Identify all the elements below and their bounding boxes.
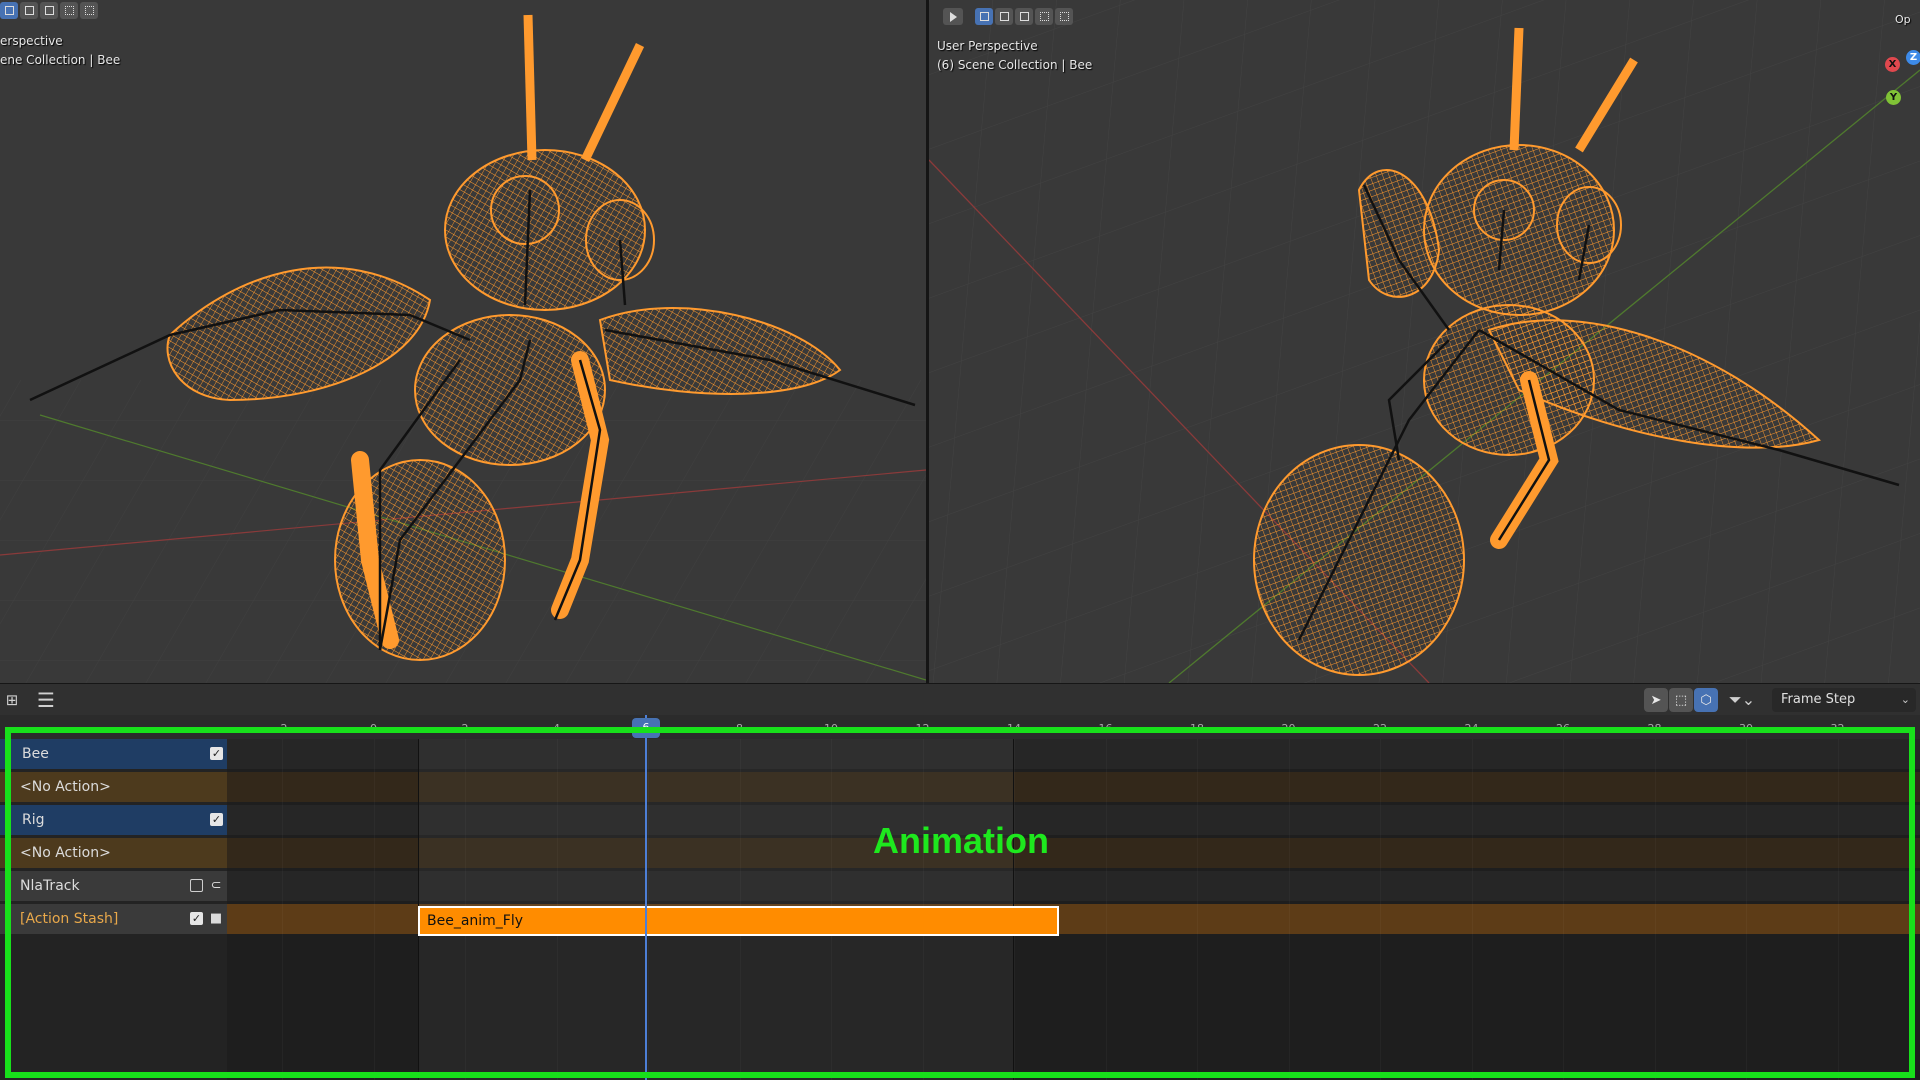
- select-new-mode-button[interactable]: [0, 2, 18, 19]
- frame-gridline: [1197, 739, 1198, 1080]
- channel-label: <No Action>: [20, 845, 111, 861]
- view-name: User Perspective: [937, 39, 1038, 53]
- frame-gridline: [1472, 739, 1473, 1080]
- frame-gridline: [374, 739, 375, 1080]
- channel-rig[interactable]: Rig ✓: [0, 805, 227, 835]
- channel-enable-checkbox[interactable]: ✓: [210, 747, 223, 760]
- collection-path: (6) Scene Collection | Bee: [937, 58, 1093, 72]
- selection-mode-group-left: [0, 2, 98, 19]
- box-select-icon[interactable]: ⬚: [1669, 688, 1693, 712]
- view-name: erspective: [0, 34, 63, 48]
- blender-window: erspective ene Collection | Bee User Per…: [0, 0, 1920, 1080]
- select-extend-mode-button[interactable]: [995, 8, 1013, 25]
- chevron-down-icon: ⌄: [1900, 693, 1910, 706]
- frame-gridline: [1289, 739, 1290, 1080]
- frame-tick-label: 26: [1556, 722, 1570, 735]
- playback-mode-label: Frame Step: [1781, 692, 1856, 707]
- playback-mode-dropdown[interactable]: Frame Step ⌄: [1772, 688, 1916, 712]
- select-intersect-mode-button[interactable]: [1055, 8, 1073, 25]
- channel-label: [Action Stash]: [20, 911, 119, 927]
- frame-tick-label: 30: [1739, 722, 1753, 735]
- filter-icon[interactable]: ⏷⌄: [1724, 688, 1760, 712]
- frame-tick-label: 18: [1190, 722, 1204, 735]
- frame-tick-label: 24: [1464, 722, 1479, 735]
- nla-header: ⊞ ☰ ➤ ⬚ ⬡ ⏷⌄ Frame Step ⌄: [0, 683, 1920, 715]
- select-intersect-mode-button[interactable]: [80, 2, 98, 19]
- channel-label: <No Action>: [20, 779, 111, 795]
- frame-tick-label: 8: [736, 722, 743, 735]
- frame-gridline: [1563, 739, 1564, 1080]
- gizmo-x-axis[interactable]: X: [1885, 57, 1900, 72]
- frame-tick-label: 12: [915, 722, 930, 735]
- frame-tick-label: 4: [553, 722, 560, 735]
- channel-action-stash[interactable]: [Action Stash] ✓ ■: [0, 904, 227, 934]
- channel-list: Bee ✓ <No Action> Rig ✓ <No Action> NlaT…: [0, 739, 227, 1080]
- bee-wireframe-left: [0, 14, 926, 683]
- channel-solo-checkbox[interactable]: [190, 879, 203, 892]
- select-difference-mode-button[interactable]: [1035, 8, 1053, 25]
- play-icon[interactable]: [943, 8, 963, 25]
- options-button[interactable]: Op: [1895, 10, 1911, 29]
- selection-mode-group-right: [943, 8, 1073, 25]
- channel-bee-action[interactable]: <No Action>: [0, 772, 227, 802]
- select-difference-mode-button[interactable]: [60, 2, 78, 19]
- gizmo-y-axis[interactable]: Y: [1886, 90, 1901, 105]
- frame-tick-label: 10: [824, 722, 838, 735]
- playhead-line[interactable]: [645, 715, 647, 1080]
- frame-tick-label: 20: [1281, 722, 1296, 735]
- unlock-icon[interactable]: ⊂: [209, 878, 223, 894]
- viewport-left[interactable]: erspective ene Collection | Bee: [0, 0, 926, 683]
- frame-tick-label: -2: [276, 722, 288, 735]
- nla-strip-bee-anim-fly[interactable]: Bee_anim_Fly: [418, 906, 1059, 936]
- frame-tick-label: 22: [1373, 722, 1387, 735]
- nla-editor[interactable]: -202468101214161820222426283032 Bee ✓ <N…: [0, 715, 1920, 1080]
- select-new-mode-button[interactable]: [975, 8, 993, 25]
- current-frame-indicator[interactable]: 6: [632, 718, 660, 738]
- select-subtract-mode-button[interactable]: [1015, 8, 1033, 25]
- channel-label: NlaTrack: [20, 878, 80, 894]
- frame-gridline: [1746, 739, 1747, 1080]
- frame-gridline: [1655, 739, 1656, 1080]
- strip-label: Bee_anim_Fly: [427, 913, 524, 929]
- frame-gridline: [1106, 739, 1107, 1080]
- viewport-left-info: erspective ene Collection | Bee: [0, 32, 120, 70]
- gizmo-z-axis[interactable]: Z: [1906, 50, 1920, 65]
- viewport-right[interactable]: User Perspective (6) Scene Collection | …: [929, 0, 1920, 683]
- viewport-right-info: User Perspective (6) Scene Collection | …: [937, 37, 1092, 75]
- frame-gridline: [1838, 739, 1839, 1080]
- snap-icon[interactable]: ⬡: [1694, 688, 1718, 712]
- channel-bee[interactable]: Bee ✓: [0, 739, 227, 769]
- frame-tick-label: 32: [1830, 722, 1845, 735]
- menu-icon[interactable]: ☰: [34, 688, 58, 712]
- channel-enable-checkbox[interactable]: ✓: [210, 813, 223, 826]
- select-extend-mode-button[interactable]: [20, 2, 38, 19]
- frame-gridline: [1380, 739, 1381, 1080]
- channel-label: Rig: [22, 812, 45, 828]
- frame-tick-label: 28: [1647, 722, 1662, 735]
- channel-enable-checkbox[interactable]: ✓: [190, 912, 203, 925]
- bee-wireframe-right: [929, 0, 1920, 683]
- collection-path: ene Collection | Bee: [0, 53, 121, 67]
- select-subtract-mode-button[interactable]: [40, 2, 58, 19]
- frame-tick-label: 16: [1098, 722, 1113, 735]
- channel-label: Bee: [22, 746, 49, 762]
- frame-tick-label: 2: [461, 722, 469, 735]
- channel-rig-action[interactable]: <No Action>: [0, 838, 227, 868]
- frame-tick-label: 0: [370, 722, 377, 735]
- channel-nlatrack[interactable]: NlaTrack ⊂: [0, 871, 227, 901]
- frame-gridline: [282, 739, 283, 1080]
- editor-type-icon[interactable]: ⊞: [0, 690, 24, 710]
- frame-ruler[interactable]: -202468101214161820222426283032: [0, 715, 1920, 739]
- annotation-label: Animation: [873, 820, 1049, 861]
- frame-tick-label: 14: [1007, 722, 1021, 735]
- lock-icon[interactable]: ■: [209, 911, 223, 927]
- select-tweak-icon[interactable]: ➤: [1644, 688, 1668, 712]
